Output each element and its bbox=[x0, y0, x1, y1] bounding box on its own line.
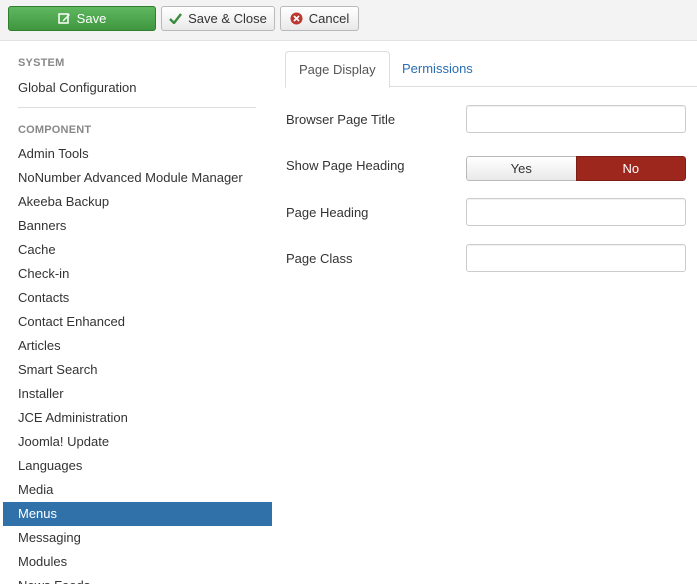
sidebar-item-contacts[interactable]: Contacts bbox=[3, 286, 272, 310]
show-page-heading-label: Show Page Heading bbox=[286, 158, 405, 173]
sidebar-item-global-configuration[interactable]: Global Configuration bbox=[3, 76, 272, 100]
check-icon bbox=[169, 13, 183, 24]
sidebar-item-banners[interactable]: Banners bbox=[3, 214, 272, 238]
sidebar-item-media[interactable]: Media bbox=[3, 478, 272, 502]
sidebar-item-cache[interactable]: Cache bbox=[3, 238, 272, 262]
page-heading-label: Page Heading bbox=[286, 205, 369, 220]
page-class-label: Page Class bbox=[286, 251, 353, 266]
component-heading: COMPONENT bbox=[18, 124, 92, 136]
sidebar-item-check-in[interactable]: Check-in bbox=[3, 262, 272, 286]
save-close-button[interactable]: Save & Close bbox=[161, 6, 275, 31]
show-page-heading-yes-button[interactable]: Yes bbox=[466, 156, 576, 181]
cancel-label: Cancel bbox=[308, 11, 350, 26]
sidebar-item-modules[interactable]: Modules bbox=[3, 550, 272, 574]
edit-icon bbox=[57, 12, 71, 25]
browser-page-title-input[interactable] bbox=[466, 105, 686, 133]
tab-bar: Page Display Permissions bbox=[285, 51, 697, 88]
sidebar-item-advanced-module-manager[interactable]: NoNumber Advanced Module Manager bbox=[3, 166, 272, 190]
sidebar-item-contact-enhanced[interactable]: Contact Enhanced bbox=[3, 310, 272, 334]
sidebar-item-messaging[interactable]: Messaging bbox=[3, 526, 272, 550]
page-class-input[interactable] bbox=[466, 244, 686, 272]
tab-permissions[interactable]: Permissions bbox=[389, 51, 486, 87]
save-button[interactable]: Save bbox=[8, 6, 156, 31]
system-heading: SYSTEM bbox=[18, 57, 65, 69]
page-heading-input[interactable] bbox=[466, 198, 686, 226]
sidebar: SYSTEM Global Configuration COMPONENT Ad… bbox=[0, 41, 272, 584]
sidebar-item-jce-administration[interactable]: JCE Administration bbox=[3, 406, 272, 430]
browser-page-title-label: Browser Page Title bbox=[286, 112, 396, 127]
sidebar-item-akeeba-backup[interactable]: Akeeba Backup bbox=[3, 190, 272, 214]
show-page-heading-no-button[interactable]: No bbox=[575, 156, 686, 181]
tab-page-display[interactable]: Page Display bbox=[285, 51, 390, 88]
sidebar-item-news-feeds[interactable]: News Feeds bbox=[3, 574, 272, 584]
sidebar-divider bbox=[18, 107, 256, 108]
cancel-button[interactable]: Cancel bbox=[280, 6, 359, 31]
sidebar-item-menus[interactable]: Menus bbox=[3, 502, 272, 526]
sidebar-item-joomla-update[interactable]: Joomla! Update bbox=[3, 430, 272, 454]
sidebar-item-admin-tools[interactable]: Admin Tools bbox=[3, 142, 272, 166]
sidebar-item-languages[interactable]: Languages bbox=[3, 454, 272, 478]
save-label: Save bbox=[76, 11, 107, 26]
sidebar-item-articles[interactable]: Articles bbox=[3, 334, 272, 358]
toolbar: Save Save & Close Cancel bbox=[0, 0, 697, 41]
save-close-label: Save & Close bbox=[188, 11, 267, 26]
cancel-circle-icon bbox=[290, 12, 303, 25]
sidebar-item-smart-search[interactable]: Smart Search bbox=[3, 358, 272, 382]
show-page-heading-toggle: Yes No bbox=[466, 156, 686, 181]
sidebar-item-installer[interactable]: Installer bbox=[3, 382, 272, 406]
